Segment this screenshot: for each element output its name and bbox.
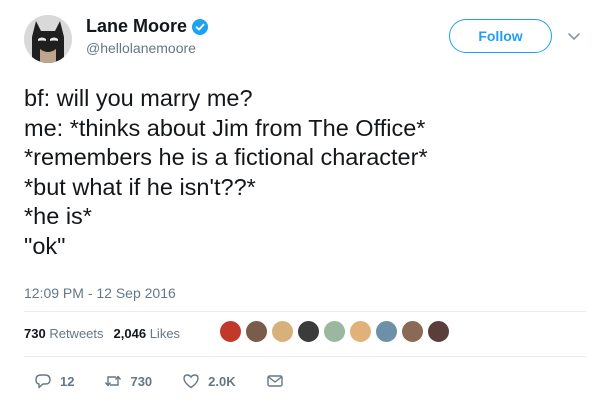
heart-icon (183, 374, 199, 389)
liker-avatar[interactable] (323, 320, 346, 343)
liker-avatar[interactable] (401, 320, 424, 343)
reply-button[interactable]: 12 (34, 372, 74, 390)
tweet-actions: 12 730 2.0K (34, 372, 322, 390)
liker-avatar[interactable] (349, 320, 372, 343)
tweet-line: "ok" (24, 232, 66, 259)
chevron-down-icon[interactable] (566, 28, 582, 44)
reply-icon (35, 374, 51, 389)
liker-avatar[interactable] (297, 320, 320, 343)
divider (24, 311, 586, 312)
like-button[interactable]: 2.0K (182, 372, 236, 390)
follow-button[interactable]: Follow (449, 19, 552, 53)
batman-mask-avatar-icon (24, 15, 72, 63)
avatar[interactable] (24, 15, 72, 63)
like-count: 2.0K (208, 373, 236, 389)
retweet-button[interactable]: 730 (104, 372, 152, 390)
liker-avatar[interactable] (271, 320, 294, 343)
tweet-line: bf: will you marry me? (24, 85, 253, 111)
tweet-text: bf: will you marry me? me: *thinks about… (24, 84, 584, 261)
display-name[interactable]: Lane Moore (86, 16, 187, 37)
liker-avatar[interactable] (375, 320, 398, 343)
author-name-row: Lane Moore (86, 16, 209, 37)
retweet-count: 730 (130, 373, 153, 389)
tweet-card: Lane Moore @hellolanemoore Follow bf: wi… (0, 0, 600, 409)
likes-label: Likes (149, 326, 181, 341)
likers-avatars (219, 320, 453, 343)
liker-avatar[interactable] (427, 320, 450, 343)
envelope-icon (266, 375, 283, 387)
tweet-stats: 730 Retweets 2,046 Likes (24, 326, 190, 341)
likes-stat[interactable]: 2,046 Likes (114, 326, 181, 341)
tweet-line: me: *thinks about Jim from The Office* (24, 114, 426, 141)
liker-avatar[interactable] (219, 320, 242, 343)
retweet-icon (105, 375, 122, 387)
likes-count: 2,046 (113, 326, 147, 341)
verified-badge-icon (192, 18, 209, 35)
retweets-label: Retweets (49, 326, 104, 341)
direct-message-button[interactable] (266, 372, 292, 390)
user-handle[interactable]: @hellolanemoore (86, 40, 196, 56)
tweet-line: *he is* (24, 203, 92, 229)
tweet-line: *remembers he is a fictional character* (24, 144, 428, 170)
retweets-stat[interactable]: 730 Retweets (24, 326, 104, 341)
reply-count: 12 (60, 373, 75, 389)
divider (24, 356, 586, 357)
retweets-count: 730 (24, 326, 46, 341)
tweet-timestamp[interactable]: 12:09 PM - 12 Sep 2016 (24, 285, 176, 301)
tweet-line: *but what if he isn't??* (24, 173, 256, 200)
liker-avatar[interactable] (245, 320, 268, 343)
